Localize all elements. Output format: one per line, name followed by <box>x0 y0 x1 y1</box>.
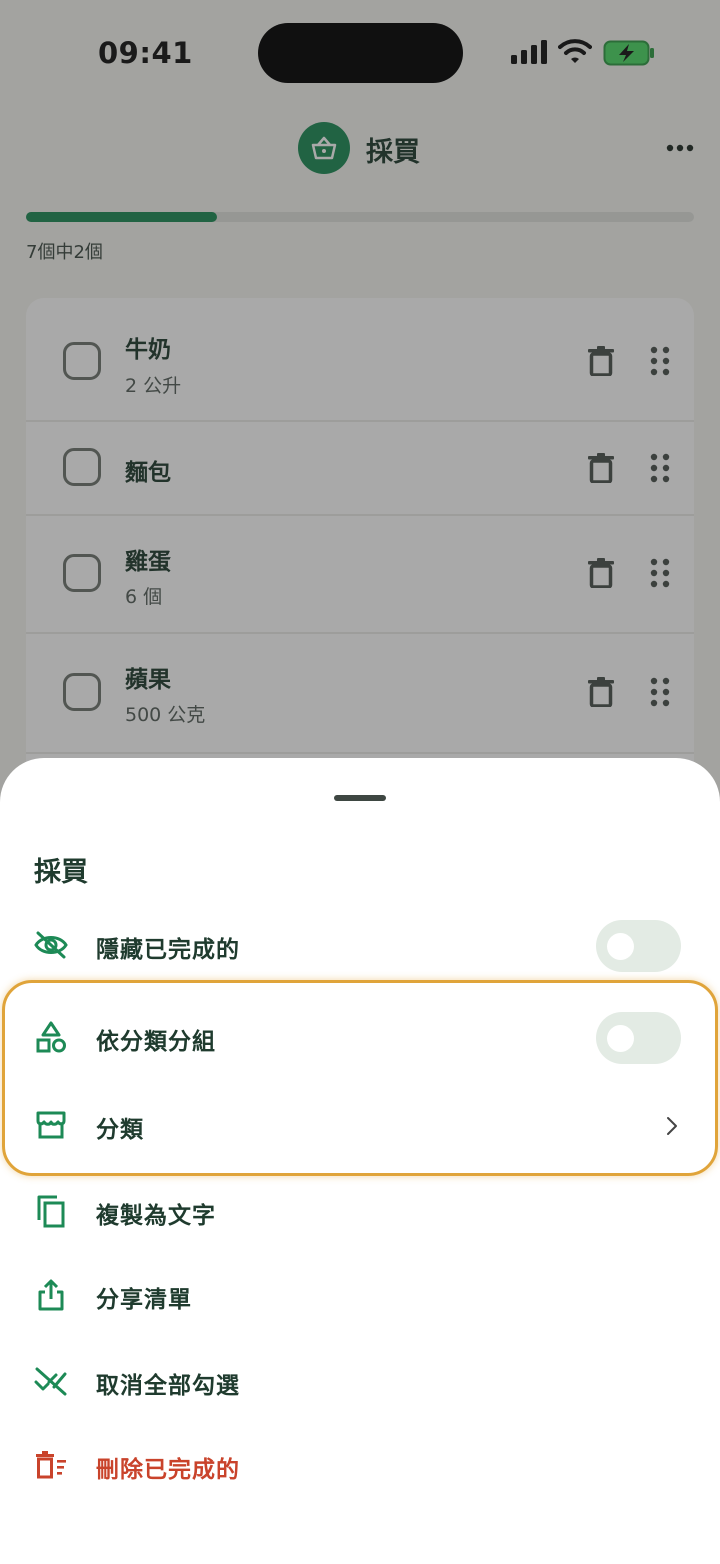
chevron-right-icon <box>667 1117 677 1135</box>
share-icon <box>34 1278 68 1312</box>
copy-icon <box>34 1194 68 1228</box>
option-group-by-category[interactable]: 依分類分組 <box>0 998 720 1078</box>
toggle-knob <box>607 933 634 960</box>
option-label: 刪除已完成的 <box>96 1457 240 1483</box>
sheet-title: 採買 <box>34 857 88 888</box>
options-bottom-sheet: 採買 隱藏已完成的 依分類分組 分類 複製為文字 分享清單 取消全部勾選 刪除已… <box>0 758 720 1564</box>
option-label: 取消全部勾選 <box>96 1373 240 1399</box>
sheet-grabber[interactable] <box>334 795 386 801</box>
option-share-list[interactable]: 分享清單 <box>0 1256 720 1336</box>
delete-completed-icon <box>34 1448 68 1482</box>
group-by-category-toggle[interactable] <box>596 1012 681 1064</box>
hide-completed-toggle[interactable] <box>596 920 681 972</box>
toggle-knob <box>607 1025 634 1052</box>
option-copy-as-text[interactable]: 複製為文字 <box>0 1172 720 1252</box>
option-categories[interactable]: 分類 <box>0 1086 720 1166</box>
eye-off-icon <box>34 928 68 962</box>
option-label: 分類 <box>96 1117 144 1143</box>
option-label: 隱藏已完成的 <box>96 937 240 963</box>
option-hide-completed[interactable]: 隱藏已完成的 <box>0 906 720 986</box>
option-label: 分享清單 <box>96 1287 192 1313</box>
store-icon <box>34 1108 68 1142</box>
shapes-icon <box>34 1020 68 1054</box>
uncheck-all-icon <box>34 1364 68 1398</box>
option-uncheck-all[interactable]: 取消全部勾選 <box>0 1342 720 1422</box>
option-label: 複製為文字 <box>96 1203 216 1229</box>
option-label: 依分類分組 <box>96 1029 216 1055</box>
option-delete-completed[interactable]: 刪除已完成的 <box>0 1426 720 1506</box>
